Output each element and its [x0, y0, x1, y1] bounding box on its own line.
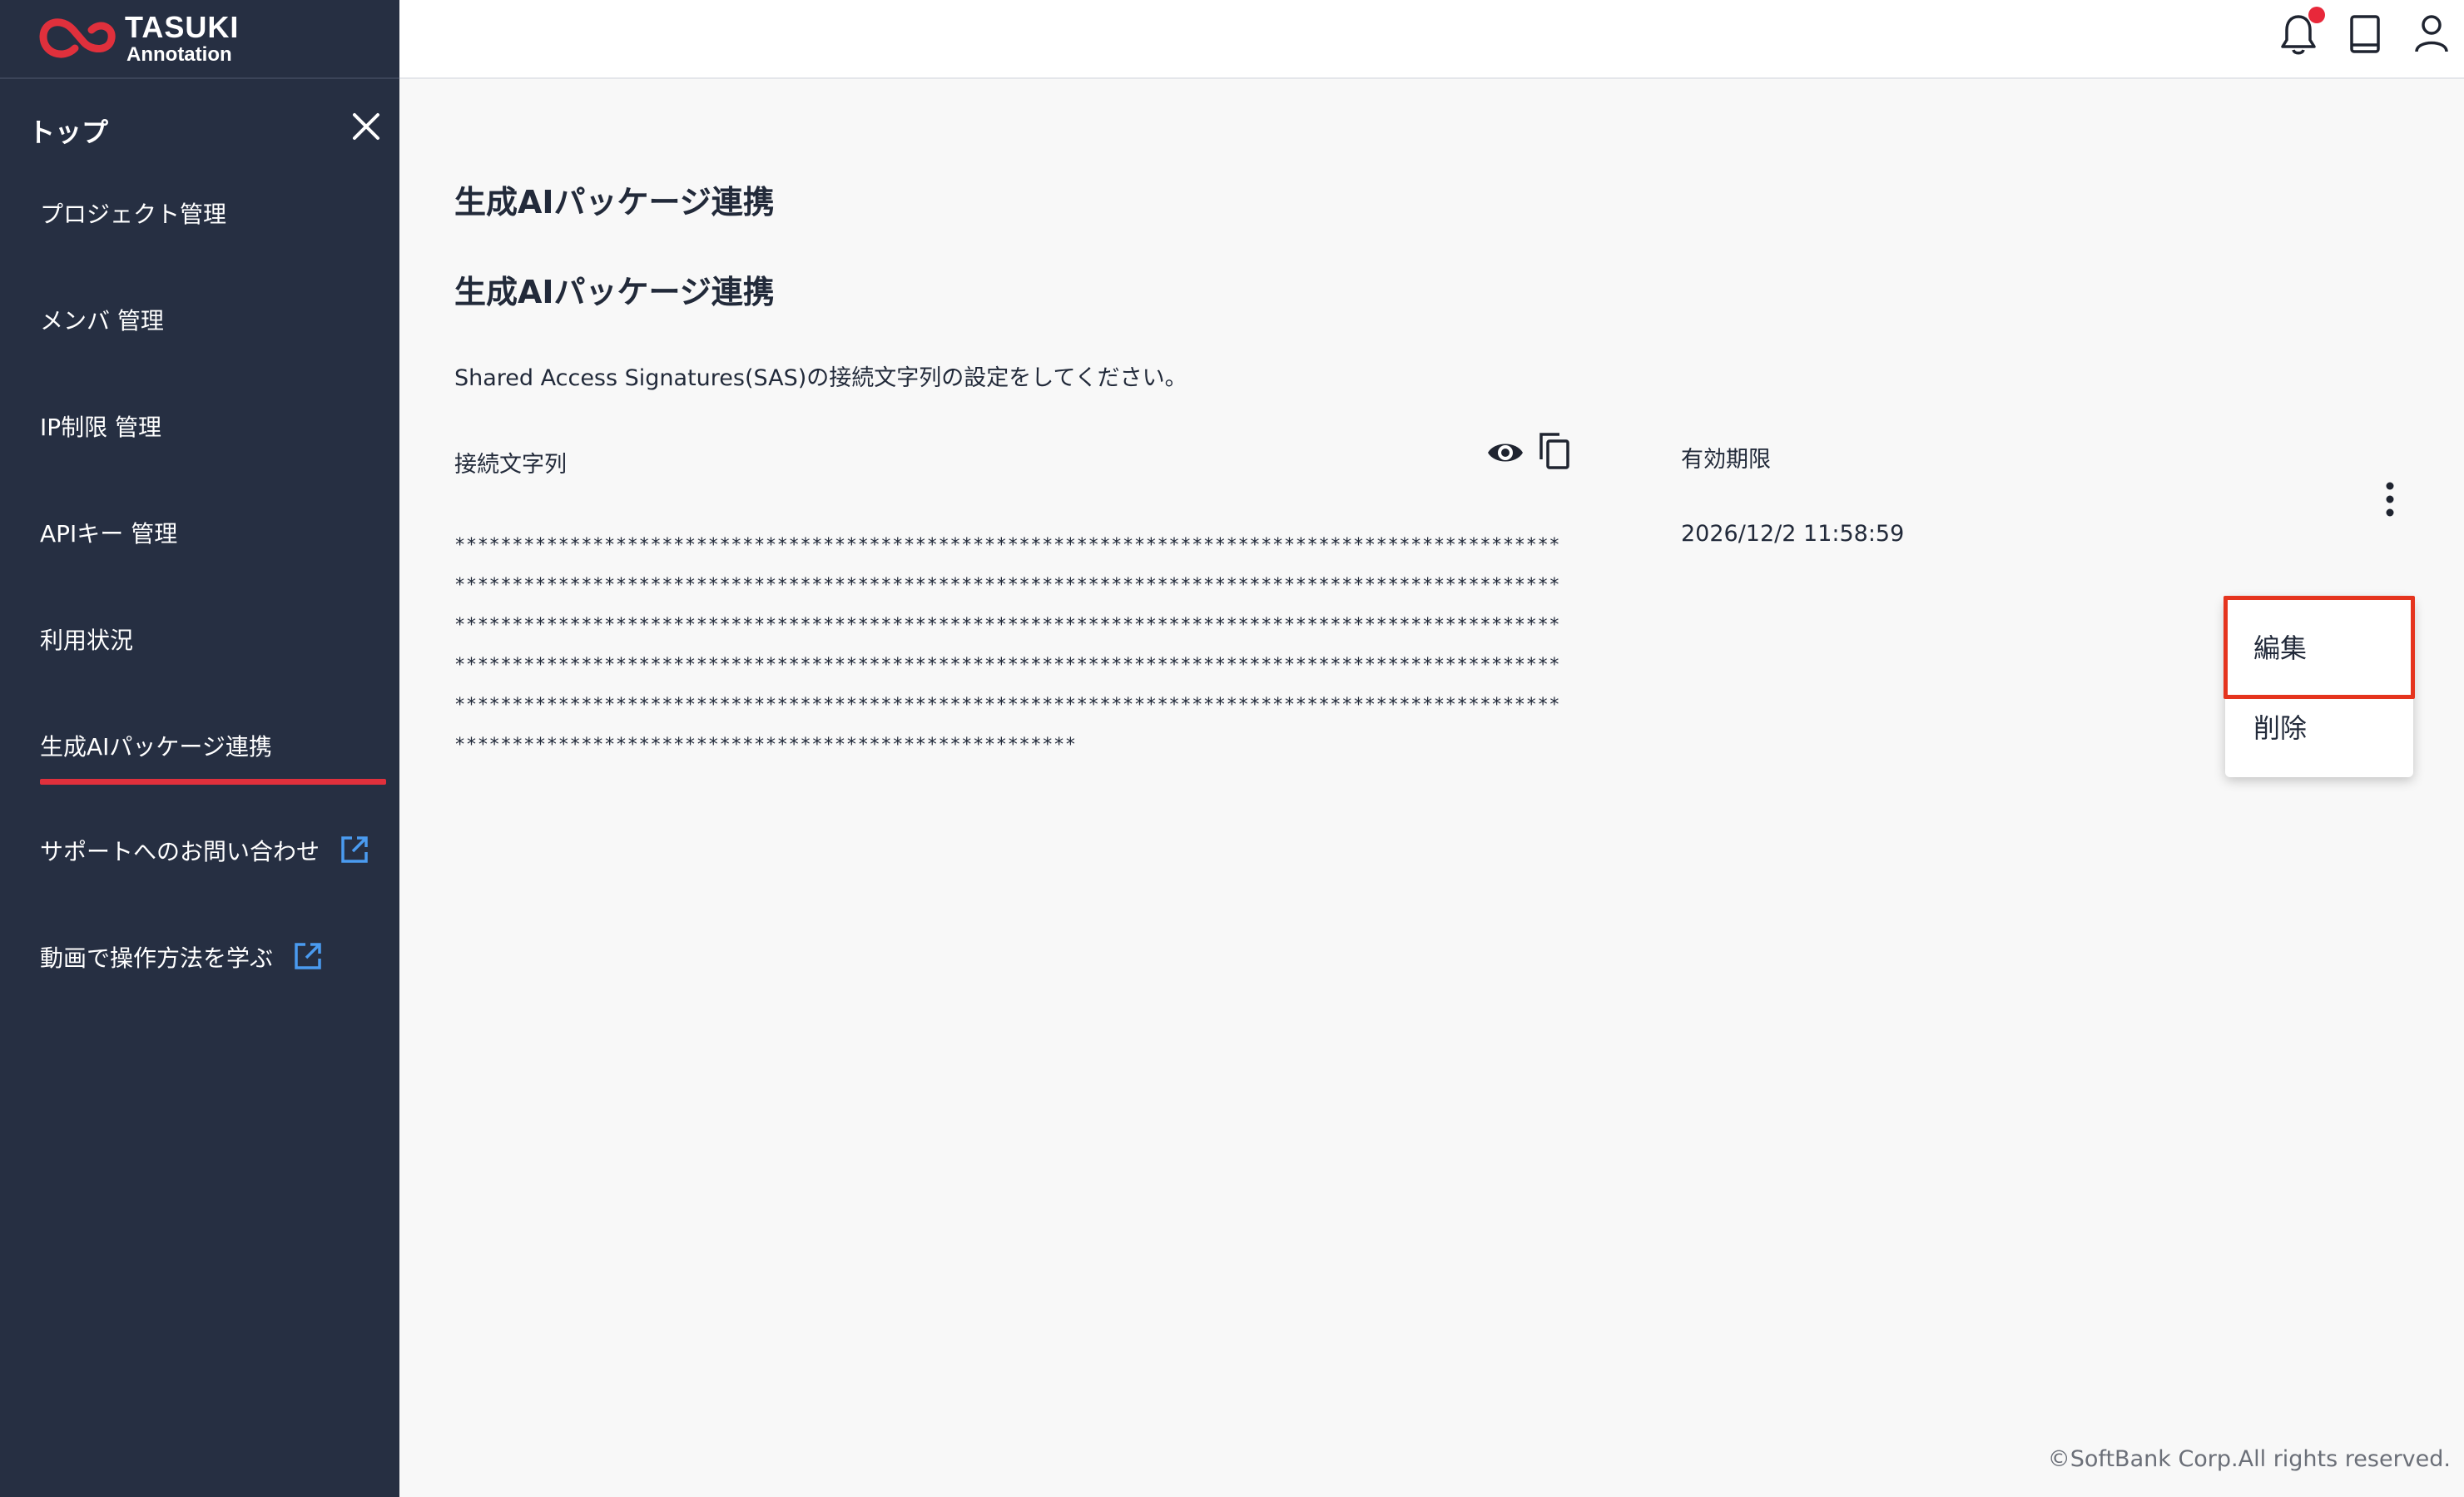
user-icon[interactable]	[2412, 12, 2452, 57]
sidebar-item-label: 生成AIパッケージ連携	[40, 733, 272, 761]
sidebar-item-label: 利用状況	[40, 627, 134, 654]
copy-icon[interactable]	[1536, 429, 1571, 471]
sidebar-item-label: メンバ 管理	[40, 307, 164, 335]
logo[interactable]: TASUKI Annotation	[0, 0, 399, 79]
page-title: 生成AIパッケージ連携	[454, 184, 775, 221]
description-text: Shared Access Signatures(SAS)の接続文字列の設定をし…	[454, 365, 1187, 391]
sidebar-item-genai-package[interactable]: 生成AIパッケージ連携	[40, 729, 272, 762]
sidebar-item-usage[interactable]: 利用状況	[40, 622, 133, 656]
sidebar-item-label: 動画で操作方法を学ぶ	[40, 944, 274, 972]
expiry-value: 2026/12/2 11:58:59	[1681, 521, 1905, 547]
sidebar: TASUKI Annotation トップ プロジェクト管理 メンバ 管理 IP…	[0, 0, 399, 1497]
more-vert-icon[interactable]	[2377, 479, 2403, 519]
expiry-label: 有効期限	[1681, 447, 1771, 473]
sidebar-item-ip-restriction[interactable]: IP制限 管理	[40, 409, 161, 443]
brand-subname: Annotation	[126, 43, 232, 66]
copyright: ©SoftBank Corp.All rights reserved.	[2047, 1446, 2451, 1472]
external-link-icon	[295, 943, 321, 969]
logo-mark-icon	[39, 18, 116, 58]
sidebar-item-projects[interactable]: プロジェクト管理	[40, 196, 226, 230]
sidebar-item-label: APIキー 管理	[40, 520, 178, 548]
connection-string-value: ****************************************…	[454, 535, 1561, 756]
section-title: 生成AIパッケージ連携	[454, 274, 775, 310]
sidebar-item-members[interactable]: メンバ 管理	[40, 303, 164, 336]
menu-item-delete[interactable]: 削除	[2253, 707, 2307, 746]
close-icon[interactable]	[350, 110, 383, 143]
notification-badge	[2308, 7, 2325, 23]
sidebar-item-label: IP制限 管理	[40, 414, 162, 441]
connection-string-label: 接続文字列	[454, 452, 567, 478]
book-icon[interactable]	[2345, 12, 2385, 57]
brand-name: TASUKI	[125, 10, 240, 44]
edit-highlight-box	[2224, 596, 2415, 699]
active-indicator	[40, 779, 386, 785]
sidebar-item-label: サポートへのお問い合わせ	[40, 838, 320, 865]
sidebar-item-api-keys[interactable]: APIキー 管理	[40, 516, 177, 549]
top-header	[399, 0, 2464, 79]
sidebar-item-support[interactable]: サポートへのお問い合わせ	[40, 834, 370, 867]
eye-icon[interactable]	[1486, 436, 1525, 469]
external-link-icon	[341, 836, 368, 863]
sidebar-item-label: プロジェクト管理	[40, 201, 227, 228]
sidebar-item-videos[interactable]: 動画で操作方法を学ぶ	[40, 940, 324, 974]
sidebar-top-link[interactable]: トップ	[28, 112, 108, 150]
